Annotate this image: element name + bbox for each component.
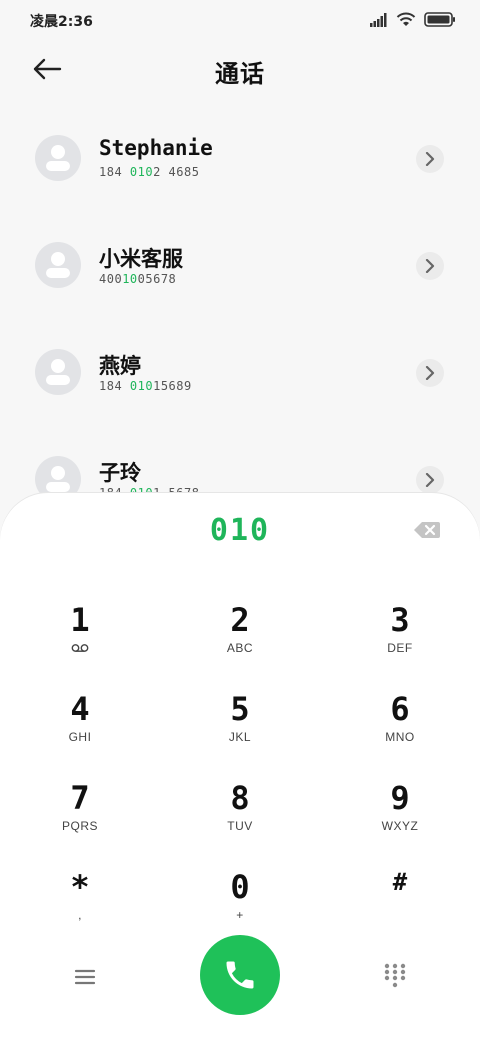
key-digit: 6 <box>390 690 410 728</box>
contact-list: Stephanie 184 0102 4685 小米客服 4001005678 … <box>0 110 480 538</box>
key-digit: 5 <box>230 690 250 728</box>
menu-icon <box>74 969 96 985</box>
chevron-right-icon <box>425 473 435 487</box>
key-4[interactable]: 4 GHI <box>20 690 140 770</box>
contact-number: 184 0102 4685 <box>99 165 200 179</box>
key-1[interactable]: 1 <box>20 601 140 681</box>
contact-detail-button[interactable] <box>416 252 444 280</box>
key-6[interactable]: 6 MNO <box>340 690 460 770</box>
backspace-button[interactable] <box>414 521 440 539</box>
call-button[interactable] <box>200 935 280 1015</box>
status-icons <box>370 12 456 27</box>
dialpad-bottom-bar <box>0 933 480 1023</box>
key-digit: 9 <box>390 779 410 817</box>
page-title: 通话 <box>215 60 265 88</box>
dialpad-sheet: 010 1 2 ABC 3 DEF 4 GHI 5 JKL 6 MNO 7 PQ… <box>0 493 480 1040</box>
key-letters: ABC <box>226 641 254 655</box>
avatar <box>35 135 81 181</box>
signal-icon <box>370 12 387 27</box>
phone-icon <box>226 961 254 989</box>
key-9[interactable]: 9 WXYZ <box>340 779 460 859</box>
avatar <box>35 242 81 288</box>
key-digit: 8 <box>230 779 250 817</box>
key-digit: 3 <box>390 601 410 639</box>
status-time: 凌晨2:36 <box>30 14 93 30</box>
contact-row[interactable]: Stephanie 184 0102 4685 <box>0 110 480 217</box>
status-bar: 凌晨2:36 <box>0 0 480 40</box>
key-8[interactable]: 8 TUV <box>180 779 300 859</box>
key-letters: DEF <box>387 641 413 655</box>
contact-row[interactable]: 燕婷 184 01015689 <box>0 324 480 431</box>
key-letters: PQRS <box>61 819 98 833</box>
menu-button[interactable] <box>70 965 100 989</box>
contact-detail-button[interactable] <box>416 145 444 173</box>
contact-name: 小米客服 <box>99 247 183 271</box>
key-digit: 0 <box>230 868 250 906</box>
contact-number: 184 01015689 <box>99 379 192 393</box>
chevron-right-icon <box>425 366 435 380</box>
key-digit: 2 <box>230 601 250 639</box>
key-digit: 7 <box>70 779 90 817</box>
key-digit: 4 <box>70 690 90 728</box>
key-3[interactable]: 3 DEF <box>340 601 460 681</box>
key-letters: WXYZ <box>381 819 419 833</box>
contact-detail-button[interactable] <box>416 466 444 494</box>
key-digit: 1 <box>70 601 90 639</box>
contact-detail-button[interactable] <box>416 359 444 387</box>
key-letters: MNO <box>385 730 415 744</box>
dialed-number: 010 <box>209 513 271 548</box>
battery-icon <box>424 12 455 27</box>
key-5[interactable]: 5 JKL <box>180 690 300 770</box>
contact-number: 4001005678 <box>99 272 177 286</box>
key-2[interactable]: 2 ABC <box>180 601 300 681</box>
key-letters: TUV <box>227 819 253 833</box>
key-letters: , <box>78 908 82 922</box>
contact-name: 子玲 <box>99 461 141 485</box>
voicemail-icon <box>71 644 89 652</box>
contact-row[interactable]: 小米客服 4001005678 <box>0 217 480 324</box>
key-letters: + <box>236 908 244 922</box>
key-digit: * <box>70 868 90 906</box>
dialpad-toggle-button[interactable] <box>384 963 406 989</box>
contact-name: 燕婷 <box>99 354 141 378</box>
key-letters: JKL <box>228 730 252 744</box>
chevron-right-icon <box>425 152 435 166</box>
contact-name: Stephanie <box>99 136 213 160</box>
header: 通话 <box>0 44 480 94</box>
dialpad-icon <box>384 963 406 988</box>
key-letters: GHI <box>68 730 92 744</box>
avatar <box>35 349 81 395</box>
wifi-icon <box>396 12 416 26</box>
key-digit: # <box>392 868 408 896</box>
key-7[interactable]: 7 PQRS <box>20 779 140 859</box>
key-hash[interactable]: # <box>340 863 460 943</box>
chevron-right-icon <box>425 259 435 273</box>
backspace-icon <box>414 522 440 538</box>
